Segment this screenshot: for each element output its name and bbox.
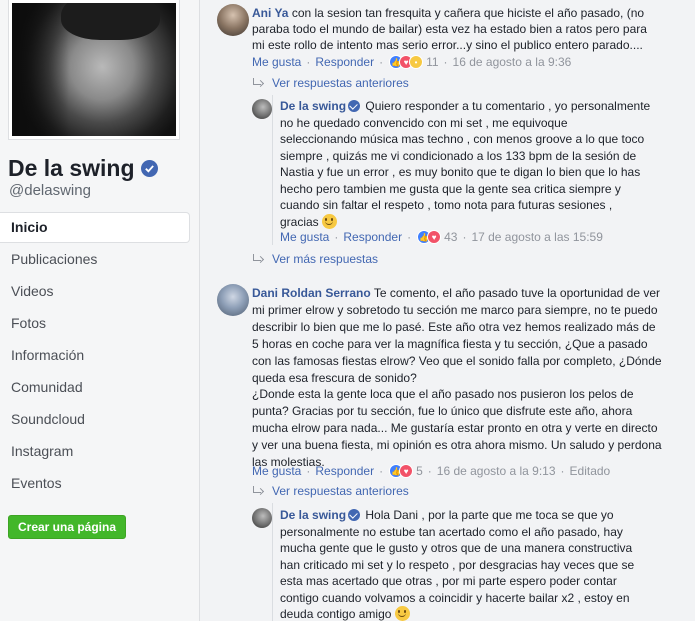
comment-body: Ani Ya con la sesion tan fresquita y cañ… <box>252 5 692 53</box>
reply-arrow-icon <box>252 254 264 264</box>
smile-emoji-icon <box>322 213 338 229</box>
reaction-count[interactable]: 43 <box>444 230 457 244</box>
comment-line: Hola Dani , por la parte que me toca se … <box>365 508 614 522</box>
comment-line: mi este rollo de intento mas serio error… <box>252 38 643 52</box>
verified-badge-icon <box>348 509 361 521</box>
comment-line: con las famosas fiestas elrow? Veo que e… <box>252 353 662 368</box>
avatar[interactable] <box>252 508 272 528</box>
nav-item-videos[interactable]: Videos <box>0 275 190 307</box>
comment-body: Dani Roldan Serrano Te comento, el año p… <box>252 285 694 471</box>
avatar[interactable] <box>217 284 249 316</box>
view-previous-replies-label[interactable]: Ver respuestas anteriores <box>272 484 409 498</box>
view-previous-replies-label[interactable]: Ver respuestas anteriores <box>272 76 409 90</box>
reply-body: De la swing Quiero responder a tu coment… <box>280 98 692 230</box>
nav-item-fotos[interactable]: Fotos <box>0 307 190 339</box>
comment-line: gracias <box>280 214 319 229</box>
comment-line: mucha elrow para nada... Me gustaría est… <box>252 421 658 436</box>
nav-item-inicio[interactable]: Inicio <box>0 212 190 243</box>
comment-author[interactable]: Dani Roldan Serrano <box>252 286 371 300</box>
reply-button[interactable]: Responder <box>315 55 374 69</box>
view-more-replies[interactable]: Ver más respuestas <box>252 252 378 266</box>
comment-timestamp[interactable]: 16 de agosto a la 9:36 <box>453 55 572 69</box>
comment-line: seleccionando música mas techno , con me… <box>280 132 645 146</box>
like-button[interactable]: Me gusta <box>252 55 301 69</box>
smile-emoji-icon <box>394 606 410 621</box>
comment-line: y ver una buena fiesta, mi opinión es ot… <box>252 438 662 453</box>
like-button[interactable]: Me gusta <box>252 464 301 478</box>
page-sidebar: De la swing @delaswing Inicio Publicacio… <box>0 0 200 621</box>
reactions[interactable]: 👍 ♥ <box>389 464 414 478</box>
comment-line: han criticado mi set y lo respeto , por … <box>280 557 635 572</box>
view-previous-replies[interactable]: Ver respuestas anteriores <box>252 76 409 90</box>
comment-line: esta mas acertado que otras , por mi par… <box>280 574 617 588</box>
reply-author[interactable]: De la swing <box>280 508 346 522</box>
view-more-replies-label[interactable]: Ver más respuestas <box>272 252 378 266</box>
comment-line: Quiero responder a tu comentario , yo pe… <box>365 99 651 113</box>
page-handle[interactable]: @delaswing <box>9 182 91 199</box>
page-title[interactable]: De la swing <box>8 155 158 182</box>
comment-line: mucha gente que le gusto y otros que de … <box>280 541 633 555</box>
comment-line: siempre , quizás me vi condicionado a lo… <box>280 148 637 163</box>
reply-button[interactable]: Responder <box>315 464 374 478</box>
edited-label[interactable]: Editado <box>570 464 611 478</box>
comment-line: no he quedado convencido con mi set , me… <box>280 115 568 130</box>
comment-line: cuando sin faltar el respeto , tomo nota… <box>280 198 613 212</box>
profile-picture[interactable] <box>8 0 180 140</box>
reply-body: De la swing Hola Dani , por la parte que… <box>280 507 692 621</box>
comment-actions: Me gusta · Responder · 👍 ♥ • 11 · 16 de … <box>252 55 572 69</box>
comment-line: contigo cuando volvamos a coincidir y ha… <box>280 590 630 605</box>
comment-line: ¿Donde esta la gente loca que el año pas… <box>252 387 634 402</box>
nav-item-comunidad[interactable]: Comunidad <box>0 371 190 403</box>
verified-badge-icon <box>140 160 158 177</box>
comments-section: Ani Ya con la sesion tan fresquita y cañ… <box>200 0 695 621</box>
comment-line: describir lo bien que me lo pasé. Este a… <box>252 319 656 334</box>
comment-line: queda esa frescura de sonido? <box>252 370 417 385</box>
comment-line: paraba todo el mundo de bailar) esta vez… <box>252 22 647 36</box>
comment-line: con la sesion tan fresquita y cañera que… <box>291 6 645 20</box>
comment-line: hecho pero tambien me gusta que la gente… <box>280 181 621 196</box>
page-nav: Inicio Publicaciones Videos Fotos Inform… <box>0 212 190 499</box>
nav-item-eventos[interactable]: Eventos <box>0 467 190 499</box>
avatar[interactable] <box>217 4 249 36</box>
page-name-text[interactable]: De la swing <box>8 155 135 182</box>
comment-line: mi primer elrow y sobretodo tu sección m… <box>252 302 658 317</box>
reply-button[interactable]: Responder <box>343 230 402 244</box>
comment-timestamp[interactable]: 17 de agosto a las 15:59 <box>471 230 602 244</box>
love-reaction-icon: ♥ <box>427 230 442 244</box>
comment-line: punta? Gracias por tu sección, fue lo ún… <box>252 404 633 419</box>
comment-line: Te comento, el año pasado tuve la oportu… <box>373 286 661 300</box>
reply-actions: Me gusta · Responder · 👍 ♥ 43 · 17 de ag… <box>280 230 603 244</box>
view-previous-replies[interactable]: Ver respuestas anteriores <box>252 484 409 498</box>
reactions[interactable]: 👍 ♥ • <box>389 55 424 69</box>
reply-author[interactable]: De la swing <box>280 99 346 113</box>
wow-reaction-icon: • <box>409 55 424 69</box>
reaction-count[interactable]: 5 <box>416 464 423 478</box>
love-reaction-icon: ♥ <box>399 464 414 478</box>
reply-arrow-icon <box>252 486 264 496</box>
nav-item-informacion[interactable]: Información <box>0 339 190 371</box>
comment-line: Nastia y fue un error , es muy bonito qu… <box>280 165 641 179</box>
verified-badge-icon <box>348 100 361 112</box>
create-page-button[interactable]: Crear una página <box>8 515 126 539</box>
comment-timestamp[interactable]: 16 de agosto a la 9:13 <box>437 464 556 478</box>
comment-line: personalmente no estube tan acertado com… <box>280 524 623 539</box>
nav-item-soundcloud[interactable]: Soundcloud <box>0 403 190 435</box>
reply-arrow-icon <box>252 78 264 88</box>
like-button[interactable]: Me gusta <box>280 230 329 244</box>
nav-item-instagram[interactable]: Instagram <box>0 435 190 467</box>
avatar[interactable] <box>252 99 272 119</box>
reaction-count[interactable]: 11 <box>426 55 438 69</box>
profile-photo-image <box>12 3 176 136</box>
reactions[interactable]: 👍 ♥ <box>417 230 442 244</box>
comment-line: 5 horas en coche para ver la magnífica f… <box>252 336 648 351</box>
nav-item-publicaciones[interactable]: Publicaciones <box>0 243 190 275</box>
comment-actions: Me gusta · Responder · 👍 ♥ 5 · 16 de ago… <box>252 464 611 478</box>
comment-line: deuda contigo amigo <box>280 607 392 621</box>
comment-author[interactable]: Ani Ya <box>252 6 288 20</box>
